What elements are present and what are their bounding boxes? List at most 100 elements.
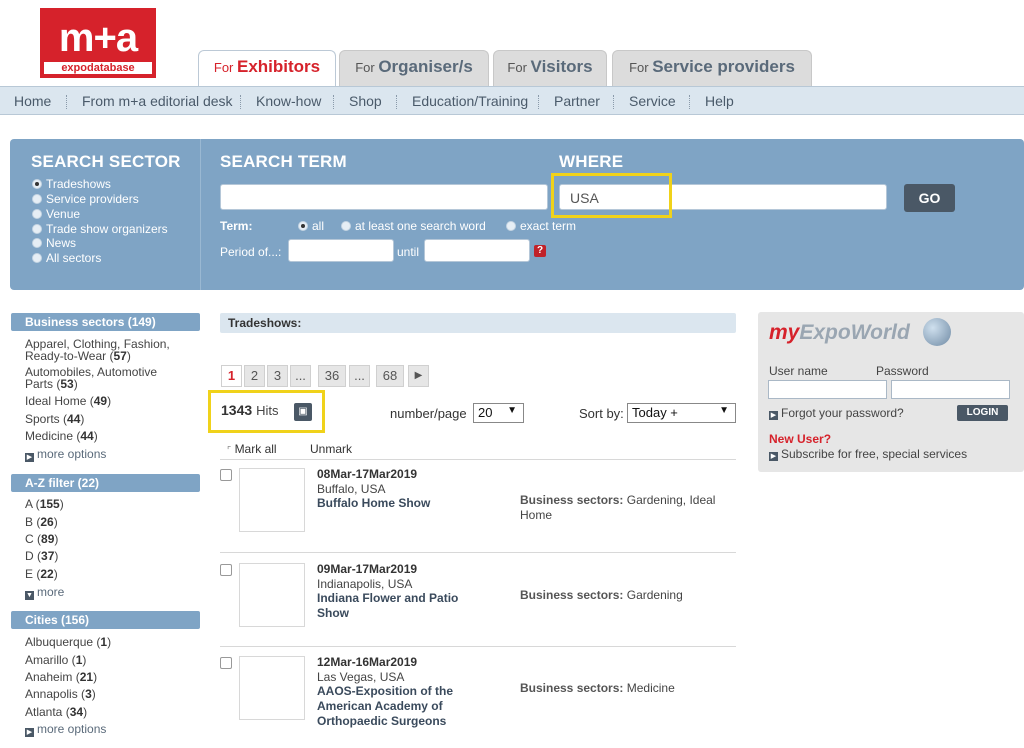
sector-option-venue[interactable]: Venue xyxy=(32,207,80,221)
radio-icon[interactable] xyxy=(32,194,42,204)
tab-organisers[interactable]: For Organiser/s xyxy=(339,50,489,86)
term-option-exact[interactable]: exact term xyxy=(506,219,576,233)
event-checkbox[interactable] xyxy=(220,564,232,576)
sidebar-item-automobiles[interactable]: Automobiles, Automotive Parts (53) xyxy=(25,366,185,390)
page-2[interactable]: 2 xyxy=(244,365,265,387)
az-filter-header[interactable]: A-Z filter (22) xyxy=(11,474,200,492)
radio-icon[interactable] xyxy=(32,179,42,189)
item-name: B xyxy=(25,515,34,529)
tab-visitors[interactable]: For Visitors xyxy=(493,50,607,86)
term-option-all[interactable]: all xyxy=(298,219,324,233)
item-count: 49 xyxy=(93,394,108,408)
new-user-label: New User? xyxy=(769,432,832,446)
event-thumbnail xyxy=(239,563,305,627)
nav-service[interactable]: Service xyxy=(629,93,676,109)
term-label: Term: xyxy=(220,219,253,233)
unmark-link[interactable]: Unmark xyxy=(310,442,352,456)
period-until-input[interactable] xyxy=(424,239,530,262)
business-sectors-header[interactable]: Business sectors (149) xyxy=(11,313,200,331)
event-checkbox[interactable] xyxy=(220,657,232,669)
sidebar-item-b[interactable]: B (26) xyxy=(25,516,185,528)
username-input[interactable] xyxy=(768,380,887,399)
sector-option-news[interactable]: News xyxy=(32,236,76,250)
item-name: E xyxy=(25,567,34,581)
nav-separator xyxy=(66,95,67,109)
event-name[interactable]: Indiana Flower and Patio Show xyxy=(317,591,487,621)
radio-icon[interactable] xyxy=(32,238,42,248)
sector-option-service-providers[interactable]: Service providers xyxy=(32,192,139,206)
page-ellipsis: ... xyxy=(349,365,370,387)
sidebar-item-atlanta[interactable]: Atlanta (34) xyxy=(25,706,185,718)
sidebar-item-c[interactable]: C (89) xyxy=(25,533,185,545)
arrow-right-icon: ▶ xyxy=(769,411,778,420)
page-68[interactable]: 68 xyxy=(376,365,404,387)
radio-icon[interactable] xyxy=(32,253,42,263)
radio-icon[interactable] xyxy=(32,209,42,219)
sidebar-item-anaheim[interactable]: Anaheim (21) xyxy=(25,671,185,683)
sidebar-item-amarillo[interactable]: Amarillo (1) xyxy=(25,654,185,666)
page-36[interactable]: 36 xyxy=(318,365,346,387)
sector-option-all[interactable]: All sectors xyxy=(32,251,101,265)
sort-select[interactable]: Today + ▼ xyxy=(627,403,736,423)
nav-education[interactable]: Education/Training xyxy=(412,93,528,109)
help-icon[interactable]: ? xyxy=(534,245,546,257)
event-date: 09Mar-17Mar2019 xyxy=(317,562,418,576)
sidebar-item-ideal-home[interactable]: Ideal Home (49) xyxy=(25,395,185,407)
page-3[interactable]: 3 xyxy=(267,365,288,387)
divider xyxy=(220,459,736,460)
sidebar-item-a[interactable]: A (155) xyxy=(25,498,185,510)
sidebar-item-d[interactable]: D (37) xyxy=(25,550,185,562)
radio-icon[interactable] xyxy=(341,221,351,231)
sector-option-tradeshows[interactable]: Tradeshows xyxy=(32,177,111,191)
subscribe-link[interactable]: ▶ Subscribe for free, special services xyxy=(769,447,967,461)
search-term-input[interactable] xyxy=(220,184,548,210)
tab-exhibitors[interactable]: For Exhibitors xyxy=(198,50,336,86)
sidebar-item-medicine[interactable]: Medicine (44) xyxy=(25,430,185,442)
radio-icon[interactable] xyxy=(32,224,42,234)
go-button[interactable]: GO xyxy=(904,184,955,212)
term-option-any[interactable]: at least one search word xyxy=(341,219,486,233)
tab-prefix: For xyxy=(213,60,234,75)
login-button[interactable]: LOGIN xyxy=(957,405,1008,421)
sector-label: Trade show organizers xyxy=(46,222,168,236)
period-from-input[interactable] xyxy=(288,239,394,262)
event-name[interactable]: Buffalo Home Show xyxy=(317,496,487,511)
nav-know-how[interactable]: Know-how xyxy=(256,93,321,109)
nav-shop[interactable]: Shop xyxy=(349,93,382,109)
sidebar-item-sports[interactable]: Sports (44) xyxy=(25,413,185,425)
radio-icon[interactable] xyxy=(298,221,308,231)
sidebar-item-apparel[interactable]: Apparel, Clothing, Fashion, Ready-to-Wea… xyxy=(25,338,185,362)
tab-service-providers[interactable]: For Service providers xyxy=(612,50,812,86)
more-label: more options xyxy=(37,447,107,461)
sector-option-organizers[interactable]: Trade show organizers xyxy=(32,222,168,236)
nav-home[interactable]: Home xyxy=(14,93,51,109)
sidebar-item-annapolis[interactable]: Annapolis (3) xyxy=(25,688,185,700)
az-more-link[interactable]: ▼ more xyxy=(25,585,64,600)
mark-all-link[interactable]: ⌜ Mark all xyxy=(227,442,277,456)
event-checkbox[interactable] xyxy=(220,469,232,481)
cities-header[interactable]: Cities (156) xyxy=(11,611,200,629)
item-count: 22 xyxy=(40,567,54,581)
item-count: 44 xyxy=(67,412,81,426)
nav-editorial[interactable]: From m+a editorial desk xyxy=(82,93,233,109)
password-input[interactable] xyxy=(891,380,1010,399)
item-count: 3 xyxy=(85,687,92,701)
nav-separator xyxy=(689,95,690,109)
per-page-select[interactable]: 20 ▼ xyxy=(473,403,524,423)
divider xyxy=(220,646,736,647)
page-1[interactable]: 1 xyxy=(221,365,242,387)
next-page-icon[interactable]: ▶ xyxy=(408,365,429,387)
radio-icon[interactable] xyxy=(506,221,516,231)
event-name[interactable]: AAOS-Exposition of the American Academy … xyxy=(317,684,487,729)
business-more-link[interactable]: ▶ more options xyxy=(25,447,106,462)
forgot-password-link[interactable]: ▶ Forgot your password? xyxy=(769,406,904,420)
nav-partner[interactable]: Partner xyxy=(554,93,600,109)
cities-more-link[interactable]: ▶ more options xyxy=(25,722,106,737)
sector-label: All sectors xyxy=(46,251,102,265)
sidebar-item-albuquerque[interactable]: Albuquerque (1) xyxy=(25,636,185,648)
logo[interactable]: m+a expodatabase xyxy=(40,8,156,78)
nav-help[interactable]: Help xyxy=(705,93,734,109)
nav-separator xyxy=(613,95,614,109)
item-name: Anaheim xyxy=(25,670,73,684)
sidebar-item-e[interactable]: E (22) xyxy=(25,568,185,580)
